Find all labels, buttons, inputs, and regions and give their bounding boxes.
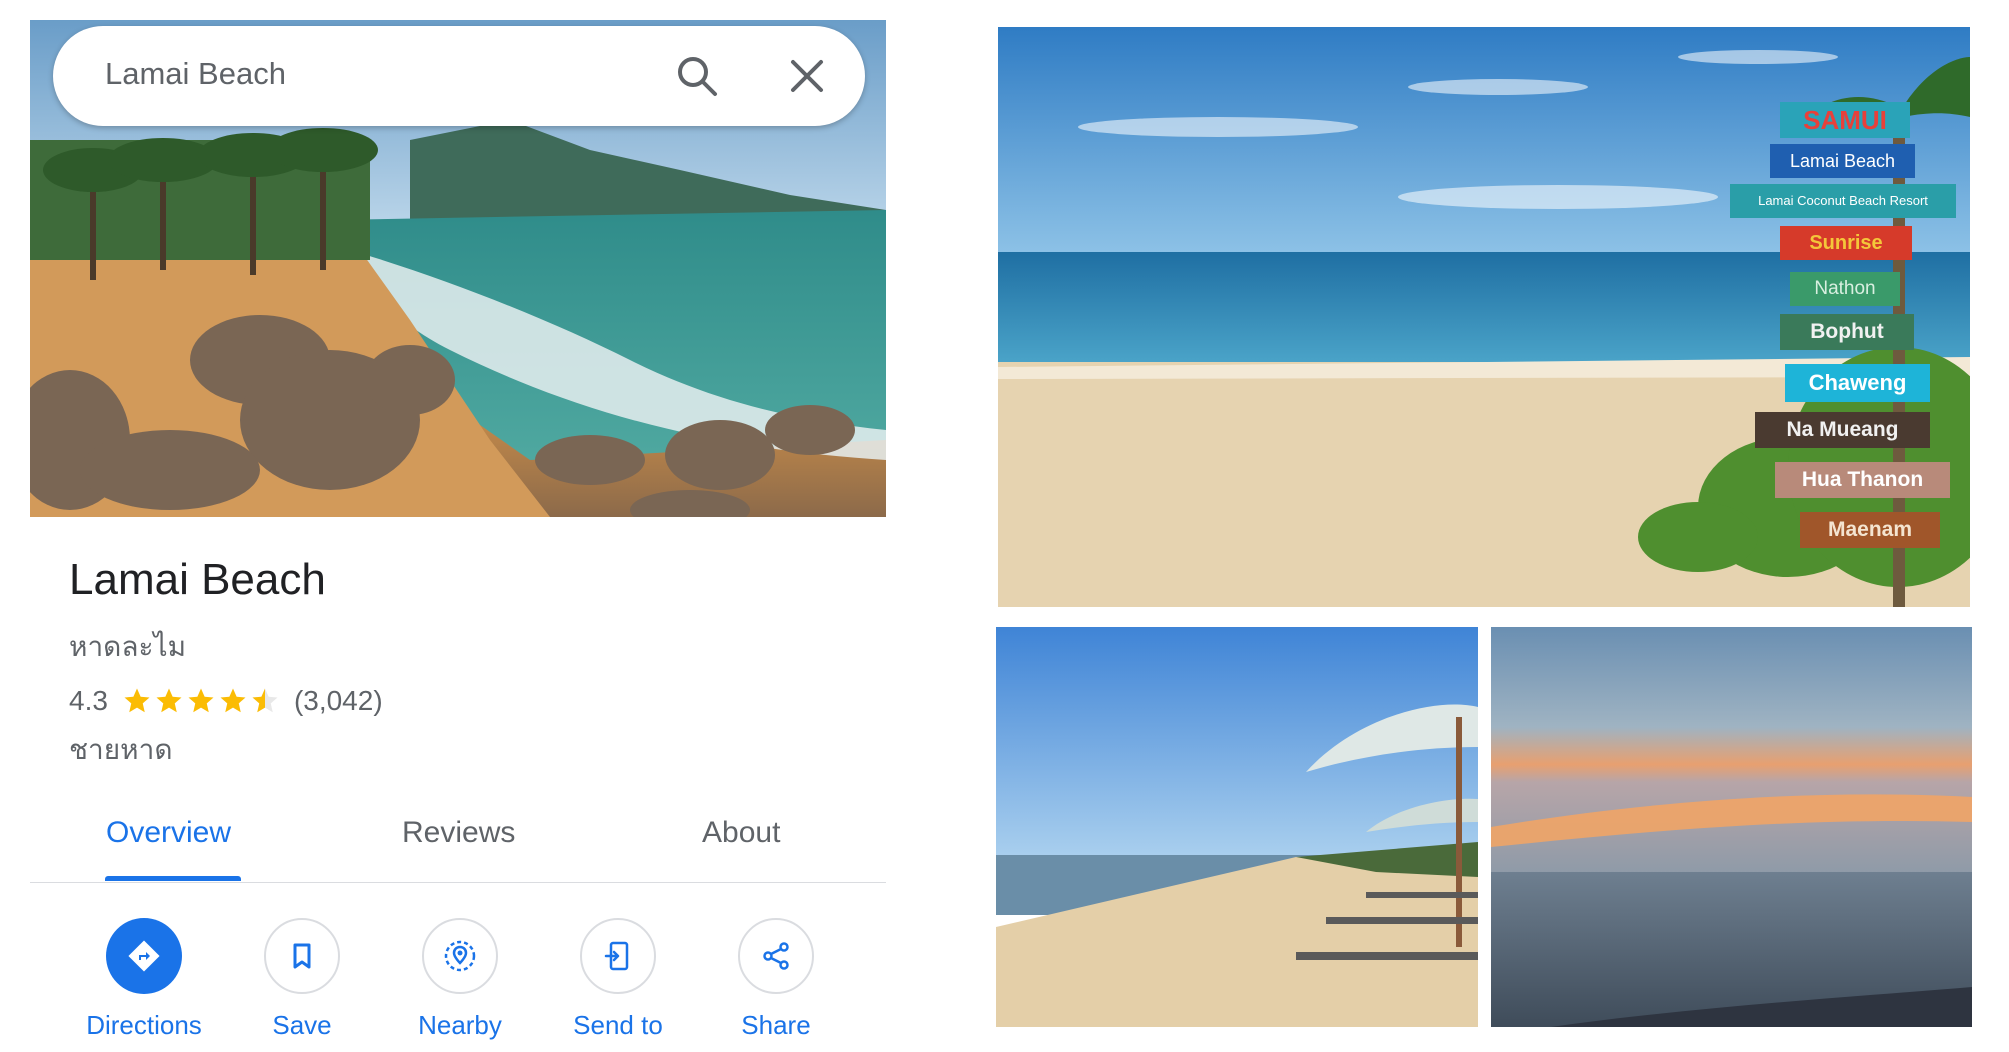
search-input[interactable]: Lamai Beach: [105, 56, 286, 92]
sign-hua-thanon: Hua Thanon: [1775, 462, 1950, 498]
sign-bophut: Bophut: [1780, 314, 1914, 350]
directions-icon[interactable]: [106, 918, 182, 994]
star-full-icon: [124, 688, 150, 713]
star-full-icon: [156, 688, 182, 713]
review-count[interactable]: (3,042): [294, 685, 383, 717]
nearby-button[interactable]: Nearby: [390, 918, 530, 1041]
share-icon[interactable]: [738, 918, 814, 994]
photo-beach-umbrellas[interactable]: [996, 627, 1478, 1027]
active-tab-indicator: [105, 876, 241, 881]
star-full-icon: [188, 688, 214, 713]
sign-na-mueang: Na Mueang: [1755, 412, 1930, 448]
save-label: Save: [272, 1010, 332, 1040]
tab-about[interactable]: About: [702, 816, 780, 850]
sign-samui: SAMUI: [1780, 102, 1910, 138]
sign-nathon: Nathon: [1790, 272, 1900, 306]
place-title: Lamai Beach: [69, 555, 326, 604]
bookmark-icon[interactable]: [264, 918, 340, 994]
sign-coconut-resort: Lamai Coconut Beach Resort: [1730, 184, 1956, 218]
share-label: Share: [741, 1010, 811, 1040]
send-to-label: Send to: [573, 1010, 663, 1040]
nearby-icon[interactable]: [422, 918, 498, 994]
sign-chaweng: Chaweng: [1785, 364, 1930, 402]
send-to-device-icon[interactable]: [580, 918, 656, 994]
photo-beach-sunset[interactable]: [1491, 627, 1972, 1027]
sign-maenam: Maenam: [1800, 512, 1940, 548]
nearby-label: Nearby: [418, 1010, 502, 1040]
save-button[interactable]: Save: [232, 918, 372, 1041]
rating-row[interactable]: 4.3 (3,042): [69, 685, 383, 717]
tab-overview[interactable]: Overview: [106, 816, 231, 850]
star-half-icon: [252, 688, 278, 713]
place-category: ชายหาด: [69, 734, 173, 765]
sign-lamai-beach: Lamai Beach: [1770, 144, 1915, 178]
tab-reviews[interactable]: Reviews: [402, 816, 515, 850]
search-bar[interactable]: Lamai Beach: [53, 26, 865, 126]
photo-beach-signpost[interactable]: SAMUI Lamai Beach Lamai Coconut Beach Re…: [998, 27, 1970, 607]
sign-sunrise: Sunrise: [1780, 226, 1912, 260]
tab-divider: [30, 882, 886, 883]
star-rating: [122, 686, 282, 716]
directions-button[interactable]: Directions: [74, 918, 214, 1041]
share-button[interactable]: Share: [706, 918, 846, 1041]
send-to-button[interactable]: Send to: [548, 918, 688, 1041]
place-local-name: หาดละไม: [69, 631, 187, 662]
rating-value: 4.3: [69, 685, 108, 716]
star-full-icon: [220, 688, 246, 713]
directions-label: Directions: [86, 1010, 202, 1040]
close-icon[interactable]: [785, 54, 829, 98]
search-icon[interactable]: [673, 52, 721, 100]
